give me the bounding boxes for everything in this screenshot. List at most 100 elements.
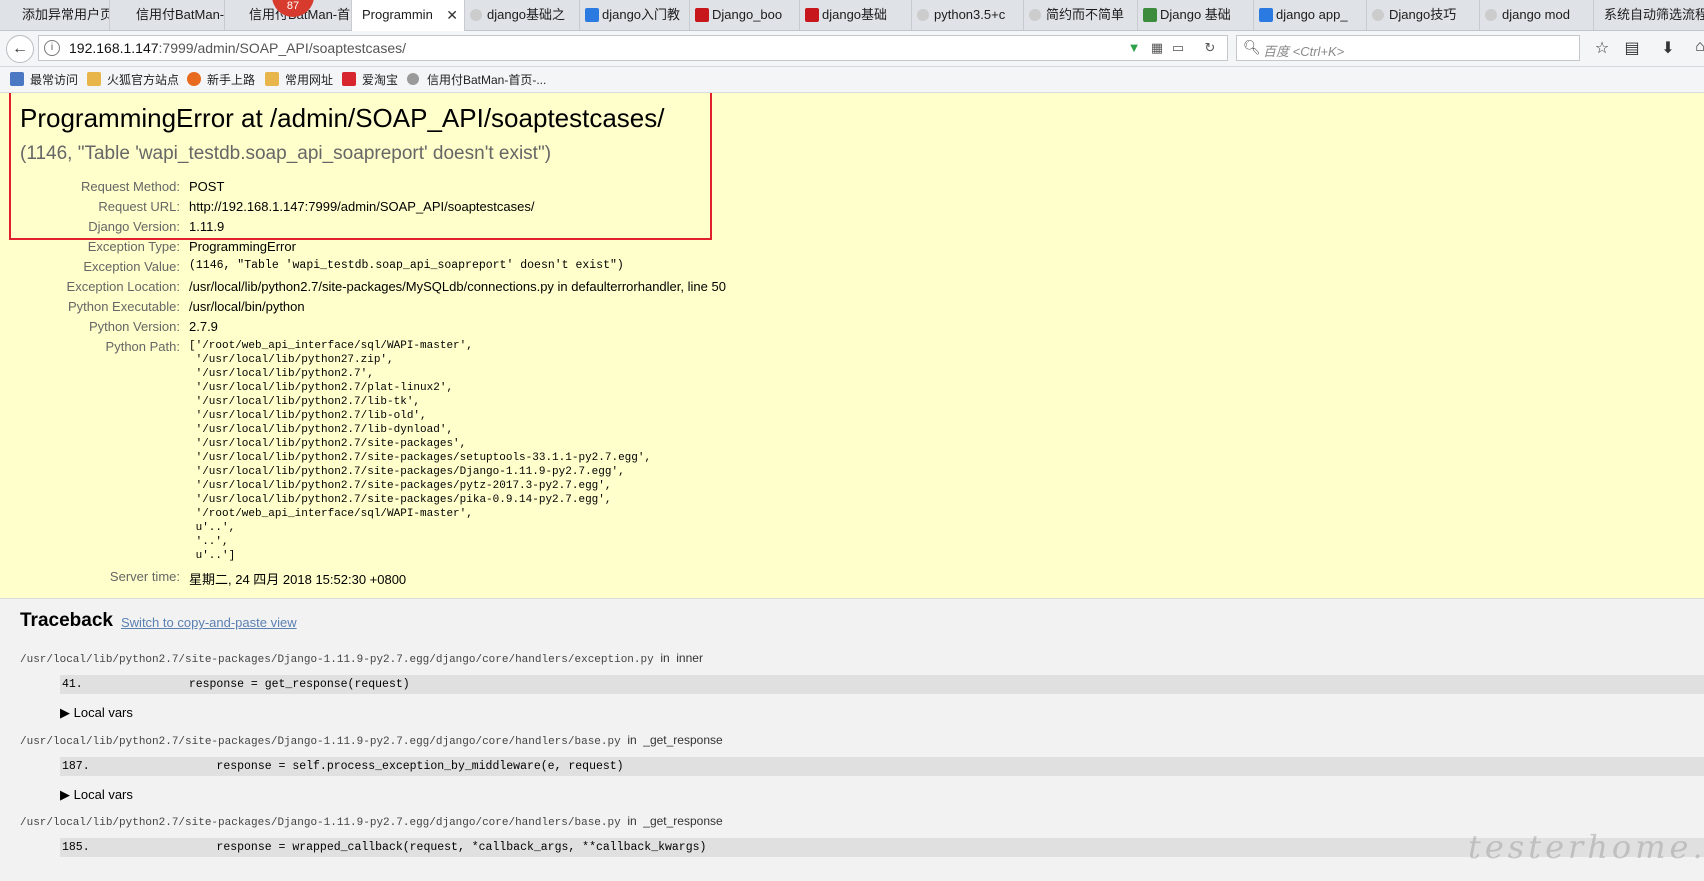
reload-icon[interactable]: ↻ bbox=[1203, 41, 1217, 55]
frame-location: /usr/local/lib/python2.7/site-packages/D… bbox=[20, 651, 703, 666]
reader-view-icon[interactable]: ▭ bbox=[1171, 41, 1185, 55]
frame-file-path: /usr/local/lib/python2.7/site-packages/D… bbox=[20, 736, 621, 748]
meta-value: ProgrammingError bbox=[189, 239, 296, 254]
meta-python-executable: Python Executable: /usr/local/bin/python bbox=[0, 299, 1000, 319]
tab-label: django基础之 bbox=[487, 7, 566, 22]
home-icon[interactable]: ⌂ bbox=[1690, 38, 1704, 56]
taobao-icon bbox=[342, 72, 356, 86]
shield-icon[interactable]: ▼ bbox=[1127, 41, 1141, 55]
csdn-icon bbox=[695, 8, 709, 22]
bookmark-item[interactable]: 常用网址 bbox=[265, 71, 333, 88]
tab-label: Django_boo bbox=[712, 7, 783, 22]
frame-function: _get_response bbox=[643, 814, 723, 828]
tab[interactable]: 添加异常用户页 bbox=[0, 0, 110, 30]
tab[interactable]: Django_boo bbox=[690, 0, 800, 30]
qr-code-icon[interactable]: ▦ bbox=[1150, 41, 1164, 55]
frame-file-path: /usr/local/lib/python2.7/site-packages/D… bbox=[20, 817, 621, 829]
meta-key: Exception Type: bbox=[87, 239, 180, 254]
tab-label: 系统自动筛选流程 bbox=[1604, 7, 1704, 22]
error-summary: ProgrammingError at /admin/SOAP_API/soap… bbox=[0, 93, 1704, 599]
bookmarks-toolbar: 最常访问 火狐官方站点 新手上路 常用网址 爱淘宝 信用付BatMan-首页-.… bbox=[0, 67, 1704, 93]
python-path-value: ['/root/web_api_interface/sql/WAPI-maste… bbox=[189, 340, 652, 562]
frame-code-line[interactable]: 187. response = self.process_exception_b… bbox=[60, 757, 1704, 776]
bookmark-item[interactable]: 最常访问 bbox=[10, 71, 78, 88]
tab[interactable]: django基础 bbox=[800, 0, 912, 30]
tab[interactable]: python3.5+c bbox=[912, 0, 1024, 30]
frame-code-line[interactable]: 185. response = wrapped_callback(request… bbox=[60, 838, 1704, 857]
local-vars-label: Local vars bbox=[73, 705, 133, 720]
tab-label: 添加异常用户页 bbox=[22, 7, 110, 22]
bookmark-item[interactable]: 爱淘宝 bbox=[342, 71, 398, 88]
tab-label: django app_ bbox=[1276, 7, 1348, 22]
tab[interactable]: 信用付BatMan-首 bbox=[110, 0, 225, 30]
meta-value: /usr/local/lib/python2.7/site-packages/M… bbox=[189, 279, 726, 294]
bookmark-star-icon[interactable]: ☆ bbox=[1592, 38, 1612, 58]
copy-paste-view-link[interactable]: Switch to copy-and-paste view bbox=[121, 615, 297, 630]
frame-file-path: /usr/local/lib/python2.7/site-packages/D… bbox=[20, 654, 654, 666]
tab[interactable]: 简约而不简单 bbox=[1024, 0, 1138, 30]
tab[interactable]: Django技巧 bbox=[1367, 0, 1480, 30]
search-placeholder: 百度 <Ctrl+K> bbox=[1263, 44, 1345, 59]
meta-key: Python Executable: bbox=[67, 299, 180, 314]
site-favicon-icon bbox=[470, 9, 482, 21]
frame-in-word: in bbox=[660, 651, 670, 665]
code-text: response = self.process_exception_by_mid… bbox=[106, 760, 624, 773]
tab[interactable]: 系统自动筛选流程 bbox=[1594, 0, 1704, 30]
download-icon[interactable]: ⬇ bbox=[1658, 38, 1678, 58]
bookmark-item[interactable]: 新手上路 bbox=[187, 71, 255, 88]
tab-label: django mod bbox=[1502, 7, 1570, 22]
meta-value: /usr/local/bin/python bbox=[189, 299, 305, 314]
tab-label: python3.5+c bbox=[934, 7, 1006, 22]
tab[interactable]: django基础之 bbox=[465, 0, 580, 30]
tab-active[interactable]: Programmin ✕ bbox=[352, 0, 465, 31]
bookmark-folder-icon bbox=[87, 72, 101, 86]
site-favicon-icon bbox=[917, 9, 929, 21]
url-path: :7999/admin/SOAP_API/soaptestcases/ bbox=[158, 40, 407, 56]
frame-in-word: in bbox=[627, 814, 637, 828]
tab-label: Programmin bbox=[362, 7, 433, 22]
meta-key: Server time: bbox=[109, 569, 180, 584]
watermark: testerhome.com bbox=[1468, 828, 1704, 866]
tab-bar: 添加异常用户页 信用付BatMan-首 信用付BatMan-首 Programm… bbox=[0, 0, 1704, 31]
reading-list-icon[interactable]: ▤ bbox=[1622, 38, 1642, 58]
tab-label: django入门教 bbox=[602, 7, 681, 22]
meta-exception-value: Exception Value: (1146, "Table 'wapi_tes… bbox=[0, 259, 1000, 279]
close-tab-icon[interactable]: ✕ bbox=[446, 0, 458, 30]
meta-key: Python Path: bbox=[105, 339, 180, 354]
tab-label: Django 基础 bbox=[1160, 7, 1231, 22]
tab[interactable]: django app_ bbox=[1254, 0, 1367, 30]
meta-exception-type: Exception Type: ProgrammingError bbox=[0, 239, 1000, 259]
baidu-paw-icon bbox=[585, 8, 599, 22]
meta-value: (1146, "Table 'wapi_testdb.soap_api_soap… bbox=[189, 259, 624, 272]
address-bar[interactable]: i 192.168.1.147:7999/admin/SOAP_API/soap… bbox=[38, 35, 1228, 61]
meta-exception-location: Exception Location: /usr/local/lib/pytho… bbox=[0, 279, 1000, 299]
frame-location: /usr/local/lib/python2.7/site-packages/D… bbox=[20, 814, 723, 829]
tab[interactable]: Django 基础 bbox=[1138, 0, 1254, 30]
info-icon[interactable]: i bbox=[44, 40, 60, 56]
meta-key: Python Version: bbox=[88, 319, 180, 334]
triangle-right-icon: ▶︎ bbox=[60, 787, 70, 802]
line-number: 187. bbox=[62, 760, 90, 773]
tab-label: django基础 bbox=[822, 7, 888, 22]
bookmark-item[interactable]: 火狐官方站点 bbox=[87, 71, 179, 88]
back-arrow-icon[interactable]: ← bbox=[6, 35, 34, 63]
firefox-icon bbox=[187, 72, 201, 86]
url-text[interactable]: 192.168.1.147:7999/admin/SOAP_API/soapte… bbox=[69, 40, 406, 56]
baidu-paw-icon bbox=[1259, 8, 1273, 22]
bookmark-item[interactable]: 信用付BatMan-首页-... bbox=[407, 71, 546, 88]
tab-label: 简约而不简单 bbox=[1046, 7, 1125, 22]
tab[interactable]: django mod bbox=[1480, 0, 1594, 30]
search-box[interactable]: 🔍︎ 百度 <Ctrl+K> bbox=[1236, 35, 1580, 61]
site-favicon-icon bbox=[1485, 9, 1497, 21]
line-number: 41. bbox=[62, 678, 83, 691]
meta-value: 2.7.9 bbox=[189, 319, 218, 334]
local-vars-toggle[interactable]: ▶︎ Local vars bbox=[60, 705, 133, 721]
search-icon: 🔍︎ bbox=[1243, 39, 1261, 55]
tab[interactable]: django入门教 bbox=[580, 0, 690, 30]
local-vars-toggle[interactable]: ▶︎ Local vars bbox=[60, 787, 133, 803]
site-favicon-icon bbox=[1029, 9, 1041, 21]
bookmark-label: 最常访问 bbox=[30, 73, 79, 87]
meta-server-time: Server time: 星期二, 24 四月 2018 15:52:30 +0… bbox=[0, 569, 1000, 589]
frame-code-line[interactable]: 41. response = get_response(request) bbox=[60, 675, 1704, 694]
bookmark-folder-icon bbox=[10, 72, 24, 86]
